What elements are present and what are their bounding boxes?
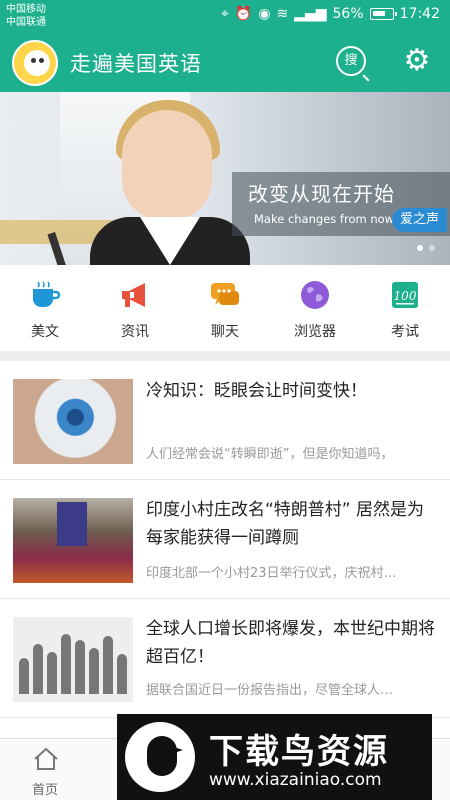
banner-tag: 爱之声 [392,208,448,232]
article-title: 全球人口增长即将爆发，本世纪中期将超百亿！ [146,619,435,667]
svg-text:100: 100 [394,289,417,303]
carrier-1: 中国移动 [6,4,46,15]
watermark-text: 下载鸟资源 [209,732,389,772]
nav-label: 首页 [31,783,58,798]
quick-item-liaotian[interactable]: 聊天 [180,265,270,351]
score-100-icon: 100 [392,282,418,308]
carousel-dot-active [417,245,423,251]
article-item[interactable]: 印度小村庄改名“特朗普村” 居然是为每家能获得一间蹲厕 印度北部一个小村23日举… [0,480,450,599]
quick-label: 浏览器 [294,324,336,340]
app-bar: 走遍美国英语 搜 ⚙ [0,32,450,92]
alarm-icon: ⏰ [234,6,253,22]
chat-bubbles-icon [211,283,239,305]
gear-icon[interactable]: ⚙ [400,44,434,78]
location-icon: ⌖ [220,6,229,22]
status-bar: 中国移动 中国联通 ⌖ ⏰ ◉ ≋ ▂▄▆ 56% 17:42 [0,0,450,32]
banner-caption-en: Make changes from now o [254,212,405,226]
coffee-cup-icon [33,281,61,307]
banner-caption-cn: 改变从现在开始 [248,182,395,206]
article-item[interactable]: 全球人口增长即将爆发，本世纪中期将超百亿！ 据联合国近日一份报告指出，尽管全球人… [0,599,450,718]
carousel-dot [429,245,435,251]
battery-percent: 56% [332,6,364,22]
home-icon [34,747,58,770]
quick-label: 美文 [31,324,59,340]
article-thumbnail [13,379,133,464]
eye-icon: ◉ [258,6,271,22]
app-title: 走遍美国英语 [70,52,202,76]
status-icons: ⌖ ⏰ ◉ ≋ ▂▄▆ 56% 17:42 [221,6,440,22]
quick-item-browser[interactable]: 浏览器 [270,265,360,351]
article-title: 印度小村庄改名“特朗普村” 居然是为每家能获得一间蹲厕 [146,500,425,548]
quick-menu: 美文 资讯 聊天 浏览器 100 考试 [0,265,450,351]
carrier-info: 中国移动 中国联通 [6,3,46,29]
article-title: 冷知识：眨眼会让时间变快！ [146,381,367,401]
app-logo[interactable] [12,40,58,86]
quick-label: 资讯 [121,324,149,340]
article-summary: 人们经常会说“转瞬即逝”，但是你知道吗， [146,447,394,462]
quick-item-meiwen[interactable]: 美文 [0,265,90,351]
article-thumbnail [13,498,133,583]
carrier-2: 中国联通 [6,17,46,28]
megaphone-icon [122,283,145,307]
quick-item-zixun[interactable]: 资讯 [90,265,180,351]
carousel-indicator [417,245,435,251]
watermark-url: www.xiazainiao.com [209,770,382,790]
article-summary: 印度北部一个小村23日举行仪式，庆祝村… [146,566,397,581]
quick-item-kaoshi[interactable]: 100 考试 [360,265,450,351]
wifi-icon: ≋ [276,6,289,22]
signal-2g-icon: ▂▄▆ [294,6,327,22]
search-label: 搜 [344,53,358,68]
quick-label: 考试 [391,324,419,340]
globe-icon [301,281,329,309]
battery-icon [369,8,397,20]
article-item[interactable]: 冷知识：眨眼会让时间变快！ 人们经常会说“转瞬即逝”，但是你知道吗， [0,361,450,480]
section-divider [0,351,450,361]
search-button[interactable]: 搜 [336,46,366,76]
quick-label: 聊天 [211,324,239,340]
article-thumbnail [13,617,133,702]
watermark-bird-logo [125,722,195,792]
clock: 17:42 [399,6,440,22]
nav-home[interactable]: 首页 [0,739,90,801]
article-summary: 据联合国近日一份报告指出，尽管全球人… [146,683,394,698]
watermark-overlay: 下载鸟资源 www.xiazainiao.com [117,714,432,800]
